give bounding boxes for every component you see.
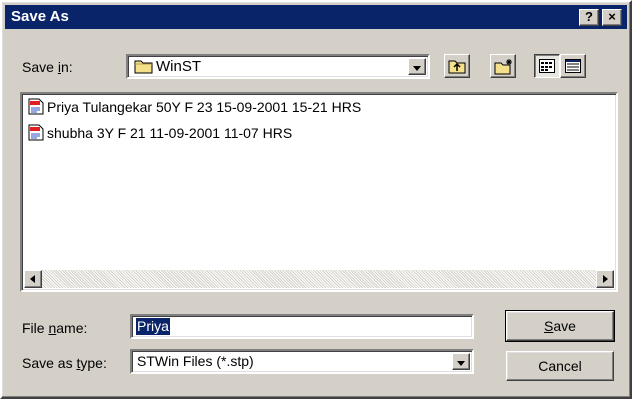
file-name-label: File name: [22, 320, 88, 336]
scroll-right-button[interactable] [596, 270, 614, 288]
save-in-dropdown[interactable]: WinST [126, 54, 430, 79]
create-new-folder-button[interactable] [490, 54, 516, 78]
save-in-value: WinST [156, 58, 201, 75]
save-in-label: Save in: [22, 59, 73, 75]
list-view-icon [539, 59, 555, 76]
file-item[interactable]: shubha 3Y F 21 11-09-2001 11-07 HRS [28, 124, 292, 142]
save-as-type-label: Save as type: [22, 355, 107, 371]
file-name-value: Priya [136, 318, 170, 335]
file-item[interactable]: Priya Tulangekar 50Y F 23 15-09-2001 15-… [28, 98, 361, 116]
scroll-left-button[interactable] [24, 270, 42, 288]
save-as-dialog: Save As ? × Save in: WinST Priya Tulange… [0, 0, 632, 399]
save-button[interactable]: Save [505, 310, 615, 342]
help-button[interactable]: ? [579, 9, 599, 26]
file-list[interactable]: Priya Tulangekar 50Y F 23 15-09-2001 15-… [20, 92, 618, 292]
document-icon [28, 98, 44, 119]
save-as-type-dropdown-arrow[interactable] [452, 353, 470, 370]
up-one-level-button[interactable] [444, 54, 470, 78]
save-as-type-value: STWin Files (*.stp) [137, 353, 254, 369]
details-view-button[interactable] [560, 54, 586, 78]
new-folder-icon [494, 58, 514, 78]
folder-icon [134, 58, 154, 77]
close-button[interactable]: × [602, 9, 622, 26]
save-in-dropdown-arrow[interactable] [408, 58, 426, 75]
window-title: Save As [11, 8, 69, 25]
cancel-button[interactable]: Cancel [506, 351, 614, 381]
up-folder-icon [448, 58, 466, 77]
file-name-input[interactable]: Priya [130, 314, 474, 339]
title-bar[interactable]: Save As ? × [5, 5, 627, 29]
document-icon [28, 124, 44, 145]
save-as-type-dropdown[interactable]: STWin Files (*.stp) [130, 349, 474, 374]
file-name-text: shubha 3Y F 21 11-09-2001 11-07 HRS [47, 125, 293, 141]
details-view-icon [565, 59, 581, 76]
list-view-button[interactable] [534, 54, 560, 78]
horizontal-scrollbar[interactable] [24, 270, 614, 288]
file-name-text: Priya Tulangekar 50Y F 23 15-09-2001 15-… [47, 99, 362, 115]
